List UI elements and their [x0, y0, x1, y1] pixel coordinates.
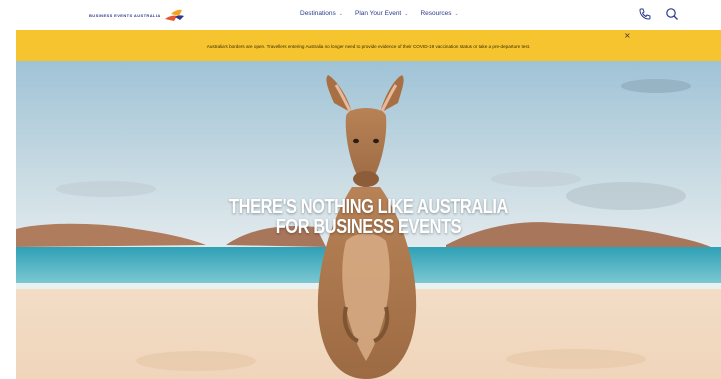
chevron-down-icon: ⌄ — [404, 10, 409, 17]
logo[interactable]: BUSINESS EVENTS AUSTRALIA — [89, 7, 185, 23]
search-icon[interactable] — [665, 7, 679, 21]
header-actions — [638, 7, 679, 21]
close-icon[interactable]: × — [624, 31, 631, 40]
banner-message: Australia's borders are open. Travellers… — [206, 44, 531, 49]
chevron-down-icon: ⌄ — [338, 10, 343, 17]
hero-title-line1: THERE'S NOTHING LIKE AUSTRALIA — [229, 196, 508, 218]
nav-item-plan-your-event[interactable]: Plan Your Event ⌄ — [355, 10, 408, 17]
site-header: BUSINESS EVENTS AUSTRALIA Destinations ⌄… — [0, 0, 721, 30]
logo-text: BUSINESS EVENTS AUSTRALIA — [89, 12, 161, 18]
phone-icon[interactable] — [638, 7, 652, 21]
main-nav: Destinations ⌄ Plan Your Event ⌄ Resourc… — [300, 10, 459, 17]
hero-title-line2: FOR BUSINESS EVENTS — [275, 216, 462, 238]
logo-icon — [164, 9, 184, 21]
chevron-down-icon: ⌄ — [454, 10, 459, 17]
hero-title: THERE'S NOTHING LIKE AUSTRALIA FOR BUSIN… — [79, 197, 657, 237]
nav-label: Destinations — [300, 10, 336, 17]
nav-item-destinations[interactable]: Destinations ⌄ — [300, 10, 343, 17]
alert-banner: Australia's borders are open. Travellers… — [16, 30, 721, 61]
nav-label: Resources — [420, 10, 452, 17]
nav-label: Plan Your Event — [354, 10, 402, 17]
nav-item-resources[interactable]: Resources ⌄ — [420, 10, 458, 17]
hero-section: THERE'S NOTHING LIKE AUSTRALIA FOR BUSIN… — [16, 61, 721, 379]
